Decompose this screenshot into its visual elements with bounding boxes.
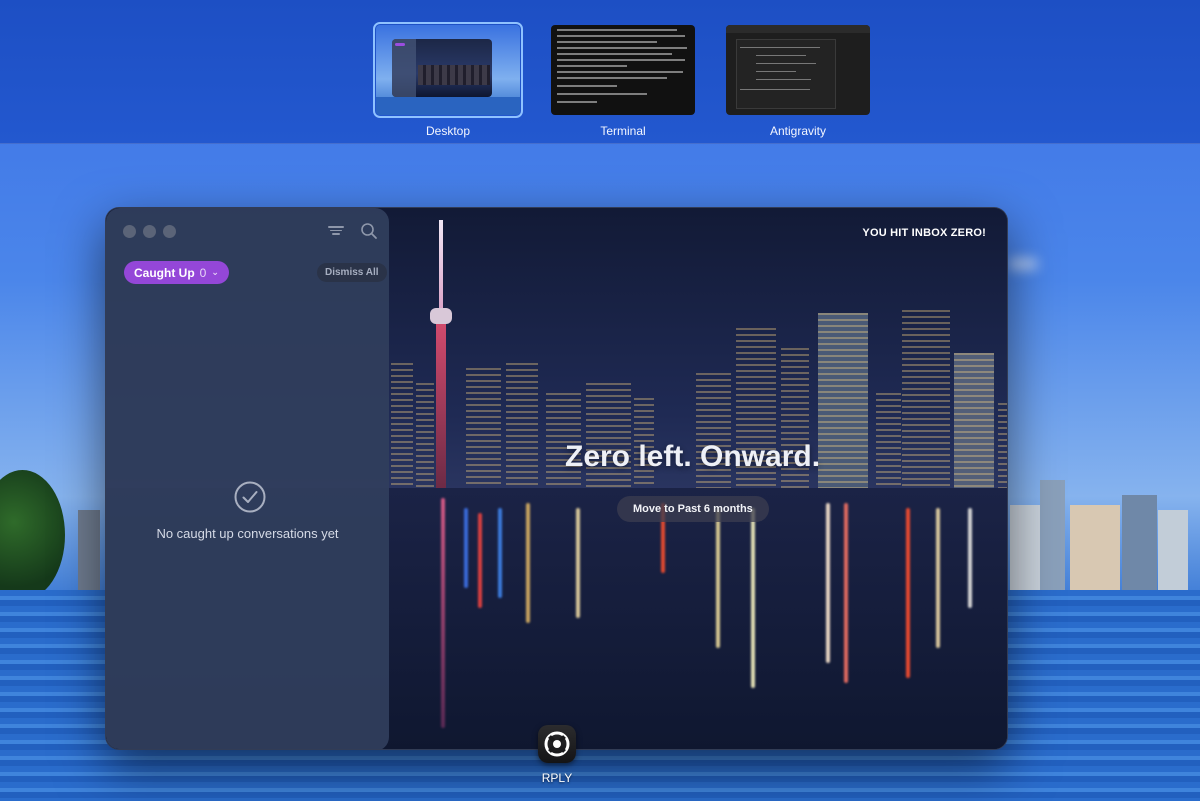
- skyline-building: [506, 363, 538, 488]
- wallpaper-building: [78, 510, 100, 590]
- filter-icon-line: [332, 233, 340, 235]
- filter-icon[interactable]: [328, 224, 344, 238]
- terminal-text-line: [557, 101, 597, 103]
- filter-icon-line: [330, 229, 342, 232]
- space-label: Antigravity: [769, 124, 827, 138]
- editor-text-line: [740, 47, 820, 48]
- wallpaper-cloud: [1008, 258, 1038, 270]
- check-circle-graphic: [234, 481, 266, 513]
- reflection-streak: [936, 508, 940, 648]
- window-zoom-button[interactable]: [163, 225, 176, 238]
- reflection-streak: [498, 508, 502, 598]
- thumbnail-skyline: [418, 65, 490, 85]
- reflection-streak: [576, 508, 580, 618]
- space-antigravity[interactable]: Antigravity: [726, 25, 870, 138]
- terminal-text-line: [557, 71, 683, 73]
- editor-text-line: [756, 55, 806, 56]
- space-label: Desktop: [425, 124, 471, 138]
- reflection-streak: [464, 508, 468, 588]
- caught-up-count: 0: [199, 265, 207, 280]
- cn-tower-pod: [430, 308, 452, 324]
- empty-state-message: No caught up conversations yet: [156, 526, 339, 541]
- mission-control-screen: Desktop Terminal Antigravity Caught Up 0…: [0, 0, 1200, 801]
- inbox-zero-banner: YOU HIT INBOX ZERO!: [862, 227, 986, 239]
- reflection-streak: [844, 503, 848, 683]
- editor-text-line: [740, 89, 810, 90]
- skyline-building: [818, 313, 868, 488]
- thumbnail-sidebar: [392, 39, 416, 97]
- skyline-building: [391, 363, 413, 488]
- space-desktop[interactable]: Desktop: [373, 22, 523, 138]
- search-icon-graphic: [361, 223, 377, 239]
- spaces-bar: Desktop Terminal Antigravity: [0, 0, 1200, 144]
- space-thumbnail-antigravity[interactable]: [726, 25, 870, 115]
- skyline-building: [954, 353, 994, 488]
- rply-app-icon[interactable]: [538, 725, 576, 763]
- terminal-text-line: [557, 65, 627, 67]
- rply-app-window[interactable]: Caught Up 0 ⌄ Dismiss All No caught up c…: [105, 207, 1008, 750]
- conversation-sidebar: Caught Up 0 ⌄ Dismiss All No caught up c…: [106, 208, 389, 749]
- reflection-streak: [826, 503, 830, 663]
- reflection-streak: [716, 508, 720, 648]
- rply-logo-graphic: [544, 731, 570, 757]
- dismiss-all-button[interactable]: Dismiss All: [317, 263, 387, 282]
- terminal-text-line: [557, 29, 677, 31]
- skyline-building: [902, 310, 950, 488]
- reflection-streak: [906, 508, 910, 678]
- wallpaper-tree: [0, 470, 65, 600]
- caught-up-label: Caught Up: [134, 265, 195, 280]
- reflection-streak: [478, 513, 482, 608]
- skyline-building: [466, 368, 501, 488]
- wallpaper-building: [1010, 505, 1040, 590]
- editor-text-line: [756, 63, 816, 64]
- chevron-down-icon: ⌄: [211, 267, 219, 277]
- move-to-past-button[interactable]: Move to Past 6 months: [617, 496, 769, 522]
- space-terminal[interactable]: Terminal: [551, 25, 695, 138]
- terminal-text-line: [557, 85, 617, 87]
- skyline-building: [998, 403, 1007, 488]
- editor-text-line: [756, 79, 811, 80]
- terminal-text-line: [557, 77, 667, 79]
- reflection-streak: [441, 498, 445, 728]
- search-icon[interactable]: [360, 222, 378, 240]
- reflection-streak: [751, 508, 755, 688]
- space-label: Terminal: [600, 124, 646, 138]
- wallpaper-building: [1040, 480, 1065, 590]
- thumbnail-pill: [395, 43, 405, 46]
- terminal-text-line: [557, 53, 672, 55]
- filter-icon-line: [328, 226, 344, 228]
- thumbnail-window: [392, 39, 492, 97]
- wallpaper-building: [1070, 505, 1120, 590]
- terminal-text-line: [557, 47, 687, 49]
- editor-text-line: [756, 71, 796, 72]
- terminal-text-line: [557, 35, 685, 37]
- zero-left-headline: Zero left. Onward.: [565, 440, 821, 473]
- reflection-streak: [526, 503, 530, 623]
- skyline-building: [876, 393, 901, 488]
- window-minimize-button[interactable]: [143, 225, 156, 238]
- terminal-text-line: [557, 93, 647, 95]
- check-circle-icon: [234, 481, 266, 513]
- terminal-text-line: [557, 59, 685, 61]
- editor-titlebar: [726, 25, 870, 33]
- editor-pane: [736, 39, 836, 109]
- wallpaper-building: [1158, 510, 1188, 590]
- window-close-button[interactable]: [123, 225, 136, 238]
- rply-app-label: RPLY: [541, 771, 573, 785]
- cn-tower-base: [436, 320, 446, 490]
- space-thumbnail-desktop[interactable]: [373, 22, 523, 118]
- terminal-text-line: [557, 41, 657, 43]
- reflection-streak: [968, 508, 972, 608]
- space-thumbnail-terminal[interactable]: [551, 25, 695, 115]
- thumbnail-water: [376, 97, 520, 115]
- wallpaper-building: [1122, 495, 1157, 590]
- caught-up-filter-button[interactable]: Caught Up 0 ⌄: [124, 261, 229, 284]
- skyline-building: [416, 383, 434, 488]
